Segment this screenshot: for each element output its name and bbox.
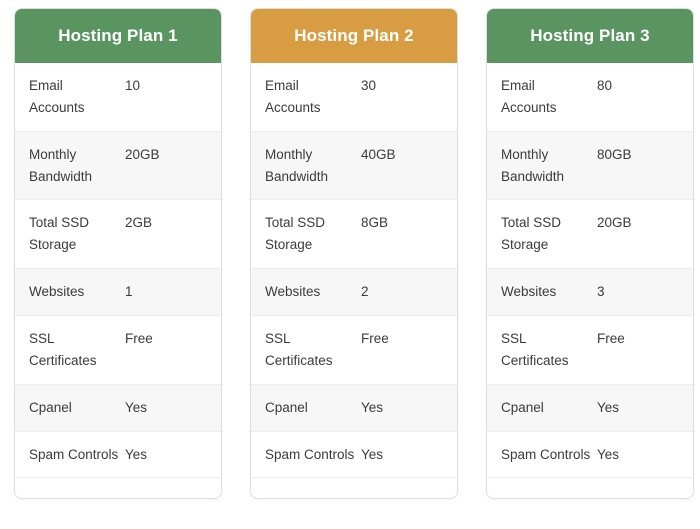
feature-label: SSL Certificates bbox=[29, 331, 97, 368]
feature-row: Email Accounts 10 bbox=[15, 63, 221, 132]
feature-value: Yes bbox=[361, 446, 384, 462]
plan-title-2: Hosting Plan 2 bbox=[294, 25, 414, 45]
plan-footer-2 bbox=[251, 478, 457, 499]
feature-value: Free bbox=[597, 331, 625, 347]
feature-row: Email Accounts 80 bbox=[487, 63, 693, 132]
feature-value: 2 bbox=[361, 284, 369, 300]
plan-header-3: Hosting Plan 3 bbox=[487, 9, 693, 63]
plan-title-1: Hosting Plan 1 bbox=[58, 25, 178, 45]
feature-row: Cpanel Yes bbox=[251, 384, 457, 432]
feature-value: Yes bbox=[361, 399, 384, 415]
feature-row: Monthly Bandwidth 20GB bbox=[15, 131, 221, 201]
feature-value: Yes bbox=[597, 399, 620, 415]
feature-row: Spam Controls Yes bbox=[487, 432, 693, 479]
feature-row: Email Accounts 30 bbox=[251, 63, 457, 132]
feature-label: Websites bbox=[265, 284, 321, 300]
feature-label: Spam Controls bbox=[29, 446, 119, 462]
feature-value: 10 bbox=[125, 78, 141, 93]
feature-label: Monthly Bandwidth bbox=[265, 146, 329, 184]
feature-label: SSL Certificates bbox=[501, 331, 569, 368]
feature-row: SSL Certificates Free bbox=[251, 316, 457, 385]
feature-row: Websites 2 bbox=[251, 269, 457, 317]
feature-value: Yes bbox=[125, 399, 148, 415]
feature-value: 30 bbox=[361, 78, 377, 93]
feature-value: 8GB bbox=[361, 215, 389, 231]
feature-label: Monthly Bandwidth bbox=[501, 146, 565, 184]
feature-row: Cpanel Yes bbox=[15, 384, 221, 432]
feature-row: Cpanel Yes bbox=[487, 384, 693, 432]
feature-label: Email Accounts bbox=[265, 78, 321, 115]
feature-label: Cpanel bbox=[29, 399, 72, 415]
pricing-table: Hosting Plan 1 Email Accounts 10 Monthly… bbox=[0, 0, 700, 500]
feature-value: 20GB bbox=[125, 146, 160, 162]
plan-footer-3 bbox=[487, 478, 693, 499]
feature-label: Websites bbox=[501, 284, 557, 300]
plan-footer-1 bbox=[15, 478, 221, 499]
feature-value: 3 bbox=[597, 284, 605, 300]
plan-card-3[interactable]: Hosting Plan 3 Email Accounts 80 Monthly… bbox=[486, 8, 694, 500]
feature-row: Total SSD Storage 2GB bbox=[15, 200, 221, 270]
plan-card-2[interactable]: Hosting Plan 2 Email Accounts 30 Monthly… bbox=[250, 8, 458, 500]
feature-label: Spam Controls bbox=[501, 446, 591, 462]
plan-card-1[interactable]: Hosting Plan 1 Email Accounts 10 Monthly… bbox=[14, 8, 222, 500]
feature-row: Spam Controls Yes bbox=[15, 432, 221, 479]
plan-title-3: Hosting Plan 3 bbox=[530, 25, 650, 45]
feature-label: Email Accounts bbox=[501, 78, 557, 115]
feature-label: Monthly Bandwidth bbox=[29, 146, 93, 184]
feature-row: Websites 1 bbox=[15, 269, 221, 317]
feature-value: Yes bbox=[597, 446, 620, 462]
feature-value: 80GB bbox=[597, 146, 632, 162]
feature-value: Yes bbox=[125, 446, 148, 462]
feature-row: Monthly Bandwidth 40GB bbox=[251, 131, 457, 201]
feature-row: SSL Certificates Free bbox=[487, 316, 693, 385]
feature-label: Spam Controls bbox=[265, 446, 355, 462]
feature-value: Free bbox=[125, 331, 153, 347]
plan-features-3: Email Accounts 80 Monthly Bandwidth 80GB… bbox=[487, 63, 693, 479]
feature-row: Spam Controls Yes bbox=[251, 432, 457, 479]
feature-label: Cpanel bbox=[265, 399, 308, 415]
feature-value: 40GB bbox=[361, 146, 396, 162]
plan-features-1: Email Accounts 10 Monthly Bandwidth 20GB… bbox=[15, 63, 221, 479]
feature-row: Total SSD Storage 8GB bbox=[251, 200, 457, 270]
feature-label: SSL Certificates bbox=[265, 331, 333, 368]
feature-label: Websites bbox=[29, 284, 85, 300]
feature-value: 80 bbox=[597, 78, 613, 93]
feature-row: Total SSD Storage 20GB bbox=[487, 200, 693, 270]
plan-header-1: Hosting Plan 1 bbox=[15, 9, 221, 63]
feature-value: 2GB bbox=[125, 215, 153, 231]
plan-header-2: Hosting Plan 2 bbox=[251, 9, 457, 63]
feature-row: SSL Certificates Free bbox=[15, 316, 221, 385]
feature-label: Total SSD Storage bbox=[29, 215, 90, 253]
feature-label: Email Accounts bbox=[29, 78, 85, 115]
feature-label: Total SSD Storage bbox=[501, 215, 562, 253]
feature-label: Cpanel bbox=[501, 399, 544, 415]
feature-label: Total SSD Storage bbox=[265, 215, 326, 253]
plan-features-2: Email Accounts 30 Monthly Bandwidth 40GB… bbox=[251, 63, 457, 479]
feature-row: Websites 3 bbox=[487, 269, 693, 317]
feature-value: 1 bbox=[125, 284, 133, 300]
feature-value: Free bbox=[361, 331, 389, 347]
feature-value: 20GB bbox=[597, 215, 632, 231]
feature-row: Monthly Bandwidth 80GB bbox=[487, 131, 693, 201]
